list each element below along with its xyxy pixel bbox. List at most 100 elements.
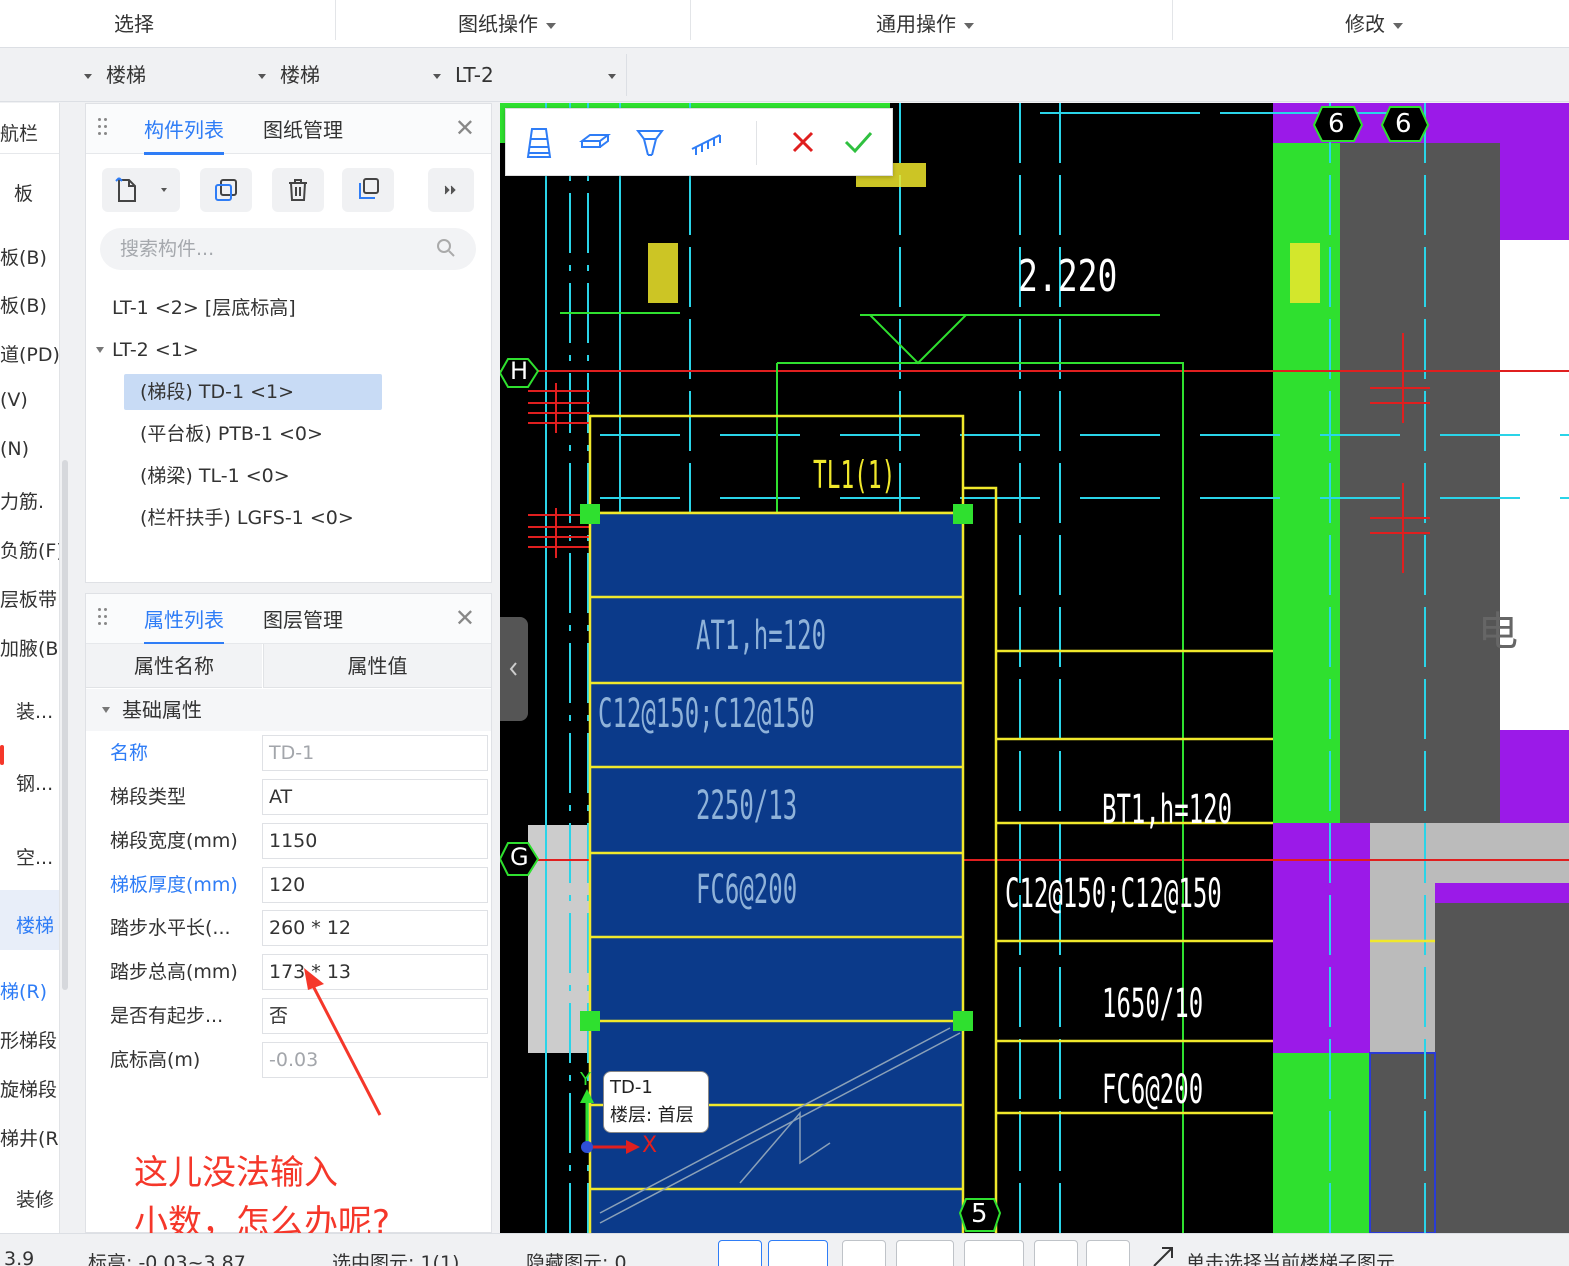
snap-mode-button[interactable] <box>768 1240 828 1266</box>
chevron-left-icon <box>509 662 517 676</box>
tab-component-list[interactable]: 构件列表 <box>144 104 224 155</box>
tree-item-td1[interactable]: (梯段) TD-1 <1> <box>124 374 382 410</box>
nav-item[interactable]: 板(B) <box>0 291 59 318</box>
nav-item[interactable]: 力筋. <box>0 487 59 514</box>
nav-item[interactable]: 板 <box>14 179 59 206</box>
cancel-icon[interactable] <box>788 127 818 157</box>
nav-item[interactable]: 负筋(F) <box>0 536 59 563</box>
platform-slab-icon[interactable] <box>578 125 612 159</box>
prop-value-flight-width[interactable]: 1150 <box>262 823 488 859</box>
selector-divider <box>626 54 627 96</box>
copy-to-floor-button[interactable] <box>342 168 394 212</box>
ribbon-separator <box>1172 0 1173 40</box>
type-select-value: 楼梯 <box>280 63 320 87</box>
nav-item[interactable]: 板(B) <box>0 243 59 270</box>
ribbon-header: 选择 图纸操作 通用操作 修改 <box>0 0 1569 48</box>
nav-item[interactable]: 装修 <box>16 1185 59 1212</box>
left-navigation: 航栏 板 板(B) 板(B) 道(PD) (V) (N) 力筋. 负筋(F) 层… <box>0 103 60 1233</box>
axis-label-6b: 6 <box>1395 109 1412 139</box>
angle-tool-button[interactable] <box>896 1240 954 1266</box>
axis-label-g: G <box>510 843 529 871</box>
property-panel: 属性列表 图层管理 ✕ 属性名称 属性值 基础属性 名称 TD-1 梯段类型 A… <box>85 593 492 1233</box>
nav-item[interactable]: 钢... <box>16 769 59 796</box>
nav-scrollbar[interactable] <box>62 460 68 990</box>
stair-flight-icon[interactable] <box>522 125 556 159</box>
ribbon-select[interactable]: 选择 <box>114 0 154 48</box>
prop-value-tread-length[interactable]: 260 * 12 <box>262 910 488 946</box>
tree-item-lt1[interactable]: LT-1 <2> [层底标高] <box>112 290 296 326</box>
prop-value-name: TD-1 <box>262 735 488 771</box>
component-panel: 构件列表 图纸管理 ✕ LT-1 <2> [层底标高] LT-2 <1> (梯段… <box>85 103 492 583</box>
ribbon-drawing-ops-label: 图纸操作 <box>458 12 538 36</box>
nav-item[interactable]: 层板带. <box>0 585 59 612</box>
tree-item-tl1[interactable]: (梯梁) TL-1 <0> <box>140 458 290 494</box>
nav-item[interactable]: 加腋(B) <box>0 634 59 661</box>
selector-row: 楼梯 楼梯 LT-2 <box>0 48 1569 102</box>
component-select[interactable]: LT-2 <box>433 48 494 102</box>
cross-select-button[interactable] <box>842 1240 886 1266</box>
status-hidden: 隐藏图元: 0 <box>526 1252 627 1266</box>
nav-item[interactable]: 装... <box>16 697 59 724</box>
tree-item-lt2[interactable]: LT-2 <1> <box>112 332 199 368</box>
category-select[interactable]: 楼梯 <box>84 48 146 102</box>
curve-tool-button[interactable] <box>1086 1240 1130 1266</box>
prop-name: 名称 <box>110 742 149 764</box>
status-bar: 3.9 标高: -0.03~3.87 选中图元: 1(1) 隐藏图元: 0 单击… <box>0 1233 1569 1266</box>
confirm-check-icon[interactable] <box>842 127 874 157</box>
nav-item[interactable]: (V) <box>0 389 59 411</box>
nav-item[interactable]: 形梯段. <box>0 1026 59 1053</box>
nav-item[interactable]: 旋梯段. <box>0 1075 59 1102</box>
stair-beam-icon[interactable] <box>634 125 668 159</box>
vertical-label-block <box>648 243 678 303</box>
layer-tool-button[interactable] <box>1034 1240 1078 1266</box>
drag-handle-icon[interactable] <box>98 608 108 630</box>
chevron-down-icon <box>1393 22 1403 29</box>
tab-property-list[interactable]: 属性列表 <box>144 594 224 645</box>
tree-item-ptb1[interactable]: (平台板) PTB-1 <0> <box>140 416 323 452</box>
more-tools-button[interactable] <box>428 168 474 212</box>
nav-item[interactable]: (N) <box>0 438 59 460</box>
purple-block <box>1435 883 1569 903</box>
new-doc-icon <box>115 177 167 202</box>
search-input[interactable] <box>100 228 476 270</box>
section-basic-props-label: 基础属性 <box>122 698 202 722</box>
chevron-down-icon <box>608 74 616 79</box>
nav-item[interactable]: 梯井(R) <box>0 1124 59 1151</box>
flight-dist-text: FC6@200 <box>696 867 798 913</box>
tab-drawing-management[interactable]: 图纸管理 <box>263 104 343 154</box>
nav-item[interactable]: 梯(R) <box>0 977 59 1004</box>
delete-component-button[interactable] <box>272 168 324 212</box>
add-tool-button[interactable] <box>964 1240 1024 1266</box>
ribbon-general-ops[interactable]: 通用操作 <box>876 0 974 48</box>
status-elevation: 标高: -0.03~3.87 <box>88 1252 246 1266</box>
drag-handle-icon[interactable] <box>98 118 108 140</box>
collapse-panel-handle[interactable] <box>500 617 528 721</box>
search-icon[interactable] <box>436 238 456 258</box>
tree-item-lgfs1[interactable]: (栏杆扶手) LGFS-1 <0> <box>140 500 354 536</box>
annotation-arrow <box>304 968 382 1116</box>
new-component-button[interactable] <box>102 168 180 212</box>
nav-divider <box>0 153 59 154</box>
expand-caret-icon[interactable] <box>96 347 104 353</box>
close-icon[interactable]: ✕ <box>455 116 475 140</box>
prop-value-slab-thickness[interactable]: 120 <box>262 867 488 903</box>
component-select-arrow[interactable] <box>608 48 616 102</box>
ribbon-modify[interactable]: 修改 <box>1345 0 1403 48</box>
nav-item[interactable]: 道(PD) <box>0 340 59 367</box>
flight-name-text: AT1,h=120 <box>696 613 827 659</box>
section-basic-props[interactable]: 基础属性 <box>86 689 491 731</box>
cad-canvas[interactable]: H G 6 6 5 2.220 TL1(1) AT1,h=120 C12@150… <box>500 103 1569 1233</box>
close-icon[interactable]: ✕ <box>455 606 475 630</box>
collapse-caret-icon[interactable] <box>102 707 110 713</box>
ortho-toggle-button[interactable] <box>718 1240 762 1266</box>
tab-layer-management[interactable]: 图层管理 <box>263 594 343 644</box>
nav-item-stairs[interactable]: 楼梯 <box>0 890 59 950</box>
prop-value-flight-type[interactable]: AT <box>262 779 488 815</box>
copy-component-button[interactable] <box>200 168 252 212</box>
railing-icon[interactable] <box>690 125 724 159</box>
ribbon-drawing-ops[interactable]: 图纸操作 <box>458 0 556 48</box>
stair-draw-toolbar <box>505 108 893 176</box>
nav-item[interactable]: 空... <box>16 843 59 870</box>
double-chevron-right-icon <box>444 185 456 195</box>
type-select[interactable]: 楼梯 <box>258 48 320 102</box>
